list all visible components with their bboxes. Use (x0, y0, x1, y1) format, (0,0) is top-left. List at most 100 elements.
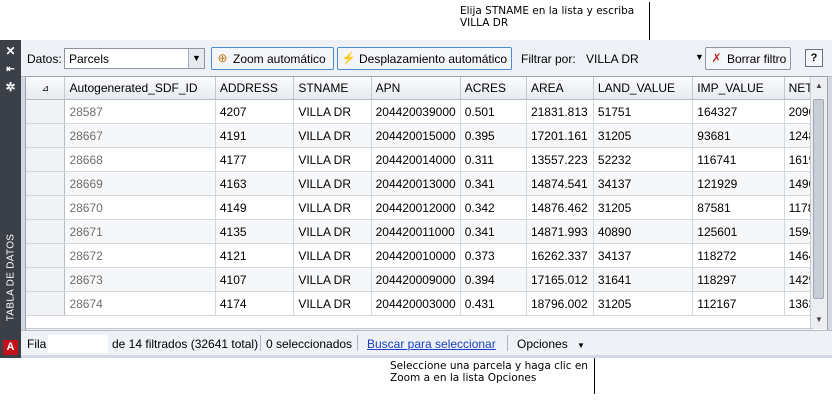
table-cell[interactable]: 31205 (593, 291, 694, 316)
table-cell[interactable]: 121929 (692, 171, 785, 196)
table-cell[interactable]: 4207 (215, 99, 295, 124)
table-cell[interactable]: 4177 (215, 147, 295, 172)
table-cell[interactable]: 118272 (692, 243, 785, 268)
table-cell[interactable]: VILLA DR (293, 147, 372, 172)
table-cell[interactable]: VILLA DR (293, 195, 372, 220)
close-icon[interactable]: ✕ (3, 44, 18, 59)
zoom-auto-button[interactable]: ⊕ Zoom automático (211, 47, 334, 70)
row-header[interactable] (26, 243, 66, 268)
pan-auto-button[interactable]: ⚡ Desplazamiento automático (337, 47, 512, 70)
vertical-scrollbar[interactable]: ▲ ▼ (810, 77, 827, 329)
column-header[interactable]: ACRES (460, 77, 527, 100)
table-row[interactable]: 28672 4121 VILLA DR 204420010000 0.373 1… (26, 243, 827, 268)
table-cell[interactable]: VILLA DR (293, 123, 372, 148)
table-cell[interactable]: 112167 (692, 291, 785, 316)
select-all-corner[interactable]: ⊿ (26, 77, 66, 100)
column-header[interactable]: Autogenerated_SDF_ID (64, 77, 216, 100)
table-cell[interactable]: 31205 (593, 195, 694, 220)
autohide-icon[interactable]: ⇤ (3, 62, 18, 77)
table-cell[interactable]: 93681 (692, 123, 785, 148)
table-cell[interactable]: 17201.161 (526, 123, 594, 148)
table-cell[interactable]: 28670 (64, 195, 216, 220)
table-row[interactable]: 28673 4107 VILLA DR 204420009000 0.394 1… (26, 267, 827, 292)
table-cell[interactable]: 204420003000 (371, 291, 461, 316)
row-header[interactable] (26, 219, 66, 244)
table-cell[interactable]: 28674 (64, 291, 216, 316)
table-cell[interactable]: 40890 (593, 219, 694, 244)
table-cell[interactable]: 28587 (64, 99, 216, 124)
table-cell[interactable]: VILLA DR (293, 171, 372, 196)
table-cell[interactable]: 0.341 (460, 219, 527, 244)
table-cell[interactable]: 0.342 (460, 195, 527, 220)
table-row[interactable]: 28670 4149 VILLA DR 204420012000 0.342 1… (26, 195, 827, 220)
table-cell[interactable]: 14876.462 (526, 195, 594, 220)
table-cell[interactable]: 13557.223 (526, 147, 594, 172)
options-menu[interactable]: Opciones ▼ (517, 337, 585, 351)
table-cell[interactable]: 4149 (215, 195, 295, 220)
table-cell[interactable]: 204420014000 (371, 147, 461, 172)
table-cell[interactable]: VILLA DR (293, 291, 372, 316)
data-source-select[interactable]: Parcels ▼ (64, 48, 205, 69)
table-cell[interactable]: 16262.337 (526, 243, 594, 268)
table-cell[interactable]: 116741 (692, 147, 785, 172)
column-header[interactable]: ADDRESS (215, 77, 295, 100)
table-cell[interactable]: 204420039000 (371, 99, 461, 124)
properties-icon[interactable]: ✲ (3, 80, 18, 95)
table-row[interactable]: 28587 4207 VILLA DR 204420039000 0.501 2… (26, 99, 827, 124)
table-cell[interactable]: 4191 (215, 123, 295, 148)
scroll-up-icon[interactable]: ▲ (811, 81, 827, 90)
table-cell[interactable]: 52232 (593, 147, 694, 172)
table-cell[interactable]: 204420013000 (371, 171, 461, 196)
filter-value-input[interactable]: VILLA DR (586, 52, 639, 66)
table-cell[interactable]: 14874.541 (526, 171, 594, 196)
table-cell[interactable]: 4135 (215, 219, 295, 244)
table-cell[interactable]: VILLA DR (293, 219, 372, 244)
table-cell[interactable]: 28668 (64, 147, 216, 172)
table-cell[interactable]: 28673 (64, 267, 216, 292)
table-cell[interactable]: 17165.012 (526, 267, 594, 292)
row-header[interactable] (26, 267, 66, 292)
table-cell[interactable]: 31205 (593, 123, 694, 148)
column-header[interactable]: APN (371, 77, 461, 100)
row-header[interactable] (26, 171, 66, 196)
table-cell[interactable]: 18796.002 (526, 291, 594, 316)
table-cell[interactable]: 14871.993 (526, 219, 594, 244)
filter-dropdown-icon[interactable]: ▼ (695, 52, 704, 62)
row-header[interactable] (26, 291, 66, 316)
column-header[interactable]: LAND_VALUE (593, 77, 694, 100)
row-header[interactable] (26, 195, 66, 220)
row-header[interactable] (26, 147, 66, 172)
table-cell[interactable]: VILLA DR (293, 99, 372, 124)
column-header[interactable]: AREA (526, 77, 594, 100)
table-cell[interactable]: 0.431 (460, 291, 527, 316)
table-cell[interactable]: 0.341 (460, 171, 527, 196)
table-cell[interactable]: 4107 (215, 267, 295, 292)
table-cell[interactable]: 4174 (215, 291, 295, 316)
scroll-down-icon[interactable]: ▼ (811, 315, 827, 324)
table-row[interactable]: 28668 4177 VILLA DR 204420014000 0.311 1… (26, 147, 827, 172)
table-cell[interactable]: 4163 (215, 171, 295, 196)
table-cell[interactable]: 51751 (593, 99, 694, 124)
table-cell[interactable]: 28667 (64, 123, 216, 148)
row-header[interactable] (26, 123, 66, 148)
table-cell[interactable]: 204420009000 (371, 267, 461, 292)
table-cell[interactable]: 0.501 (460, 99, 527, 124)
table-cell[interactable]: 28669 (64, 171, 216, 196)
table-cell[interactable]: 34137 (593, 171, 694, 196)
table-cell[interactable]: 28671 (64, 219, 216, 244)
table-cell[interactable]: 204420015000 (371, 123, 461, 148)
table-cell[interactable]: 204420012000 (371, 195, 461, 220)
table-cell[interactable]: 0.373 (460, 243, 527, 268)
row-header[interactable] (26, 99, 66, 124)
table-cell[interactable]: 125601 (692, 219, 785, 244)
table-cell[interactable]: 28672 (64, 243, 216, 268)
table-cell[interactable]: 118297 (692, 267, 785, 292)
clear-filter-button[interactable]: ✗ Borrar filtro (705, 47, 791, 70)
table-cell[interactable]: 0.311 (460, 147, 527, 172)
table-cell[interactable]: 204420010000 (371, 243, 461, 268)
table-cell[interactable]: 31641 (593, 267, 694, 292)
help-button[interactable]: ? (805, 49, 823, 67)
vertical-scroll-thumb[interactable] (813, 99, 824, 299)
column-header[interactable]: STNAME (293, 77, 372, 100)
find-to-select-link[interactable]: Buscar para seleccionar (367, 337, 496, 351)
